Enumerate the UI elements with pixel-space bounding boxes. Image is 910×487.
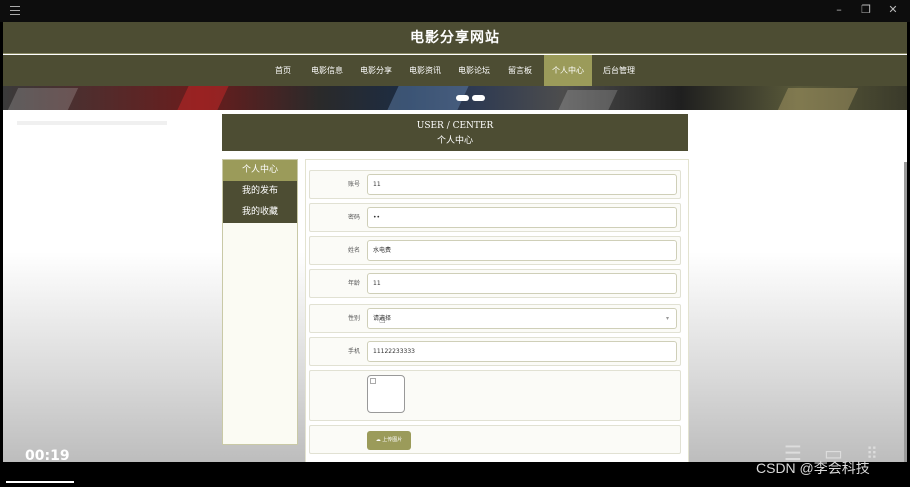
field-label: 密码 — [347, 214, 360, 221]
nav-item-movie-info[interactable]: 电影信息 — [307, 55, 347, 86]
section-title: USER / CENTER 个人中心 — [222, 114, 688, 151]
field-label: 账号 — [347, 181, 360, 188]
section-title-cn: 个人中心 — [436, 136, 473, 146]
nav-item-movie-news[interactable]: 电影资讯 — [405, 55, 445, 86]
mouse-cursor-icon: ☝ — [379, 313, 386, 326]
window-titlebar: – ❐ ✕ — [0, 0, 910, 22]
banner-figure — [177, 86, 229, 110]
password-input[interactable]: •• — [367, 207, 677, 228]
banner-figure — [777, 88, 859, 110]
profile-form: 账号 11 密码 •• 姓名 水电费 年龄 11 性别 请选择 ▾ 手机 111… — [305, 159, 689, 462]
carousel-dot[interactable] — [456, 95, 469, 101]
field-label: 手机 — [347, 348, 360, 355]
restore-icon[interactable]: ❐ — [859, 3, 873, 16]
nav-item-movie-forum[interactable]: 电影论坛 — [454, 55, 494, 86]
avatar-preview — [367, 375, 405, 413]
broken-image-icon — [370, 378, 376, 384]
site-title: 电影分享网站 — [410, 30, 500, 46]
banner-figure — [7, 88, 79, 110]
field-label: 年龄 — [347, 280, 360, 287]
age-input[interactable]: 11 — [367, 273, 677, 294]
chevron-down-icon: ▾ — [665, 315, 669, 322]
nav-item-movie-share[interactable]: 电影分享 — [356, 55, 396, 86]
name-input[interactable]: 水电费 — [367, 240, 677, 261]
sidebar-item-my-posts[interactable]: 我的发布 — [223, 181, 297, 202]
carousel-dot[interactable] — [472, 95, 485, 101]
account-input[interactable]: 11 — [367, 174, 677, 195]
form-row-avatar — [309, 370, 681, 421]
field-label: 姓名 — [347, 247, 360, 254]
form-row-password: 密码 •• — [309, 203, 681, 232]
form-row-age: 年龄 11 — [309, 269, 681, 298]
divider — [17, 121, 167, 125]
phone-input[interactable]: 11122233333 — [367, 341, 677, 362]
nav-item-home[interactable]: 首页 — [269, 55, 297, 86]
cloud-upload-icon: ☁ — [375, 437, 381, 443]
field-label: 性别 — [347, 315, 360, 322]
browser-page: 电影分享网站 首页 电影信息 电影分享 电影资讯 电影论坛 留言板 个人中心 后… — [3, 22, 907, 462]
banner-carousel[interactable] — [3, 86, 907, 110]
form-row-gender: 性别 请选择 ▾ — [309, 304, 681, 333]
form-row-upload: ☁ 上传图片 — [309, 425, 681, 454]
gender-select[interactable]: 请选择 ▾ — [367, 308, 677, 329]
nav-item-admin[interactable]: 后台管理 — [599, 55, 639, 86]
section-title-en: USER / CENTER — [416, 121, 494, 131]
site-header: 电影分享网站 — [3, 22, 907, 54]
hamburger-menu-icon[interactable] — [10, 6, 20, 15]
form-row-phone: 手机 11122233333 — [309, 337, 681, 366]
video-time: 00:19 — [25, 448, 70, 464]
page-scrollbar[interactable] — [904, 162, 907, 462]
banner-figure — [558, 90, 618, 110]
minimize-icon[interactable]: – — [832, 3, 846, 16]
upload-button-label: 上传图片 — [382, 437, 403, 443]
form-row-account: 账号 11 — [309, 170, 681, 199]
sidebar-item-user-center[interactable]: 个人中心 — [223, 160, 297, 181]
user-sidebar: 个人中心 我的发布 我的收藏 — [222, 159, 298, 445]
video-frame: – ❐ ✕ 电影分享网站 首页 电影信息 电影分享 电影资讯 电影论坛 留言板 … — [0, 0, 910, 487]
video-progress[interactable] — [6, 481, 74, 483]
close-icon[interactable]: ✕ — [886, 3, 900, 16]
nav-item-guestbook[interactable]: 留言板 — [503, 55, 537, 86]
sidebar-item-my-favorites[interactable]: 我的收藏 — [223, 202, 297, 223]
form-row-name: 姓名 水电费 — [309, 236, 681, 265]
nav-item-user-center[interactable]: 个人中心 — [544, 55, 592, 86]
upload-image-button[interactable]: ☁ 上传图片 — [367, 431, 411, 450]
main-nav: 首页 电影信息 电影分享 电影资讯 电影论坛 留言板 个人中心 后台管理 — [3, 55, 907, 86]
watermark: CSDN @李会科技 — [756, 460, 870, 476]
